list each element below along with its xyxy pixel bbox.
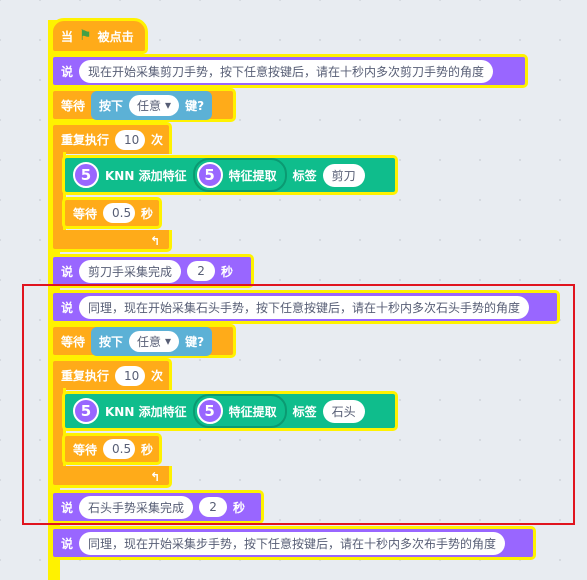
extension-badge-icon: 5 xyxy=(196,162,223,188)
wait-seconds-input[interactable]: 0.5 xyxy=(103,203,135,223)
say-label: 说 xyxy=(61,64,74,79)
knn-label: KNN 添加特征 xyxy=(105,168,187,183)
wait-seconds-block[interactable]: 等待 0.5 秒 xyxy=(62,197,162,229)
when-flag-clicked-block[interactable]: 当 ⚑ 被点击 xyxy=(50,18,148,54)
knn-add-feature-block[interactable]: 5 KNN 添加特征 5 特征提取 标签 剪刀 xyxy=(62,155,398,195)
say-text-input[interactable]: 剪刀手采集完成 xyxy=(79,259,182,283)
hat-suffix: 被点击 xyxy=(97,29,134,44)
say-text-input[interactable]: 同理，现在开始采集步手势，按下任意按键后，请在十秒内多次布手势的角度 xyxy=(79,531,506,555)
key-pressed-reporter[interactable]: 按下 任意 ▾ 键? xyxy=(91,90,213,120)
say-text-input[interactable]: 现在开始采集剪刀手势，按下任意按键后，请在十秒内多次剪刀手势的角度 xyxy=(79,59,494,83)
annotation-highlight-box xyxy=(22,284,575,525)
say-for-secs-block[interactable]: 说 剪刀手采集完成 2 秒 xyxy=(50,254,254,288)
say-block[interactable]: 说 现在开始采集剪刀手势，按下任意按键后，请在十秒内多次剪刀手势的角度 xyxy=(50,54,528,88)
repeat-label: 重复执行 xyxy=(61,133,110,147)
key-dropdown[interactable]: 任意 ▾ xyxy=(129,94,180,116)
key-dropdown-value: 任意 xyxy=(137,98,162,113)
feature-extract-reporter[interactable]: 5 特征提取 xyxy=(192,158,287,192)
tag-input[interactable]: 剪刀 xyxy=(322,163,365,187)
key-pressed-tail: 键? xyxy=(185,98,205,113)
wait-label: 等待 xyxy=(61,98,86,113)
feature-extract-label: 特征提取 xyxy=(228,168,277,183)
say-label: 说 xyxy=(61,536,74,551)
green-flag-icon: ⚑ xyxy=(79,28,92,44)
chevron-down-icon: ▾ xyxy=(165,98,172,112)
repeat-block[interactable]: 重复执行 10 次 xyxy=(50,122,172,154)
wait-unit: 秒 xyxy=(140,206,153,221)
loop-arrow-icon: ↰ xyxy=(150,234,161,248)
extension-badge-icon: 5 xyxy=(73,162,99,188)
key-pressed-label: 按下 xyxy=(99,98,124,113)
hat-label: 当 xyxy=(61,29,74,44)
say-label: 说 xyxy=(61,264,74,279)
wait-until-block[interactable]: 等待 按下 任意 ▾ 键? xyxy=(50,88,236,122)
say-block[interactable]: 说 同理，现在开始采集步手势，按下任意按键后，请在十秒内多次布手势的角度 xyxy=(50,526,536,560)
say-unit: 秒 xyxy=(221,264,234,279)
repeat-count-input[interactable]: 10 xyxy=(115,129,145,150)
repeat-unit: 次 xyxy=(150,133,163,147)
tag-label: 标签 xyxy=(292,168,317,183)
say-seconds-input[interactable]: 2 xyxy=(187,261,216,281)
wait-label: 等待 xyxy=(73,206,98,221)
